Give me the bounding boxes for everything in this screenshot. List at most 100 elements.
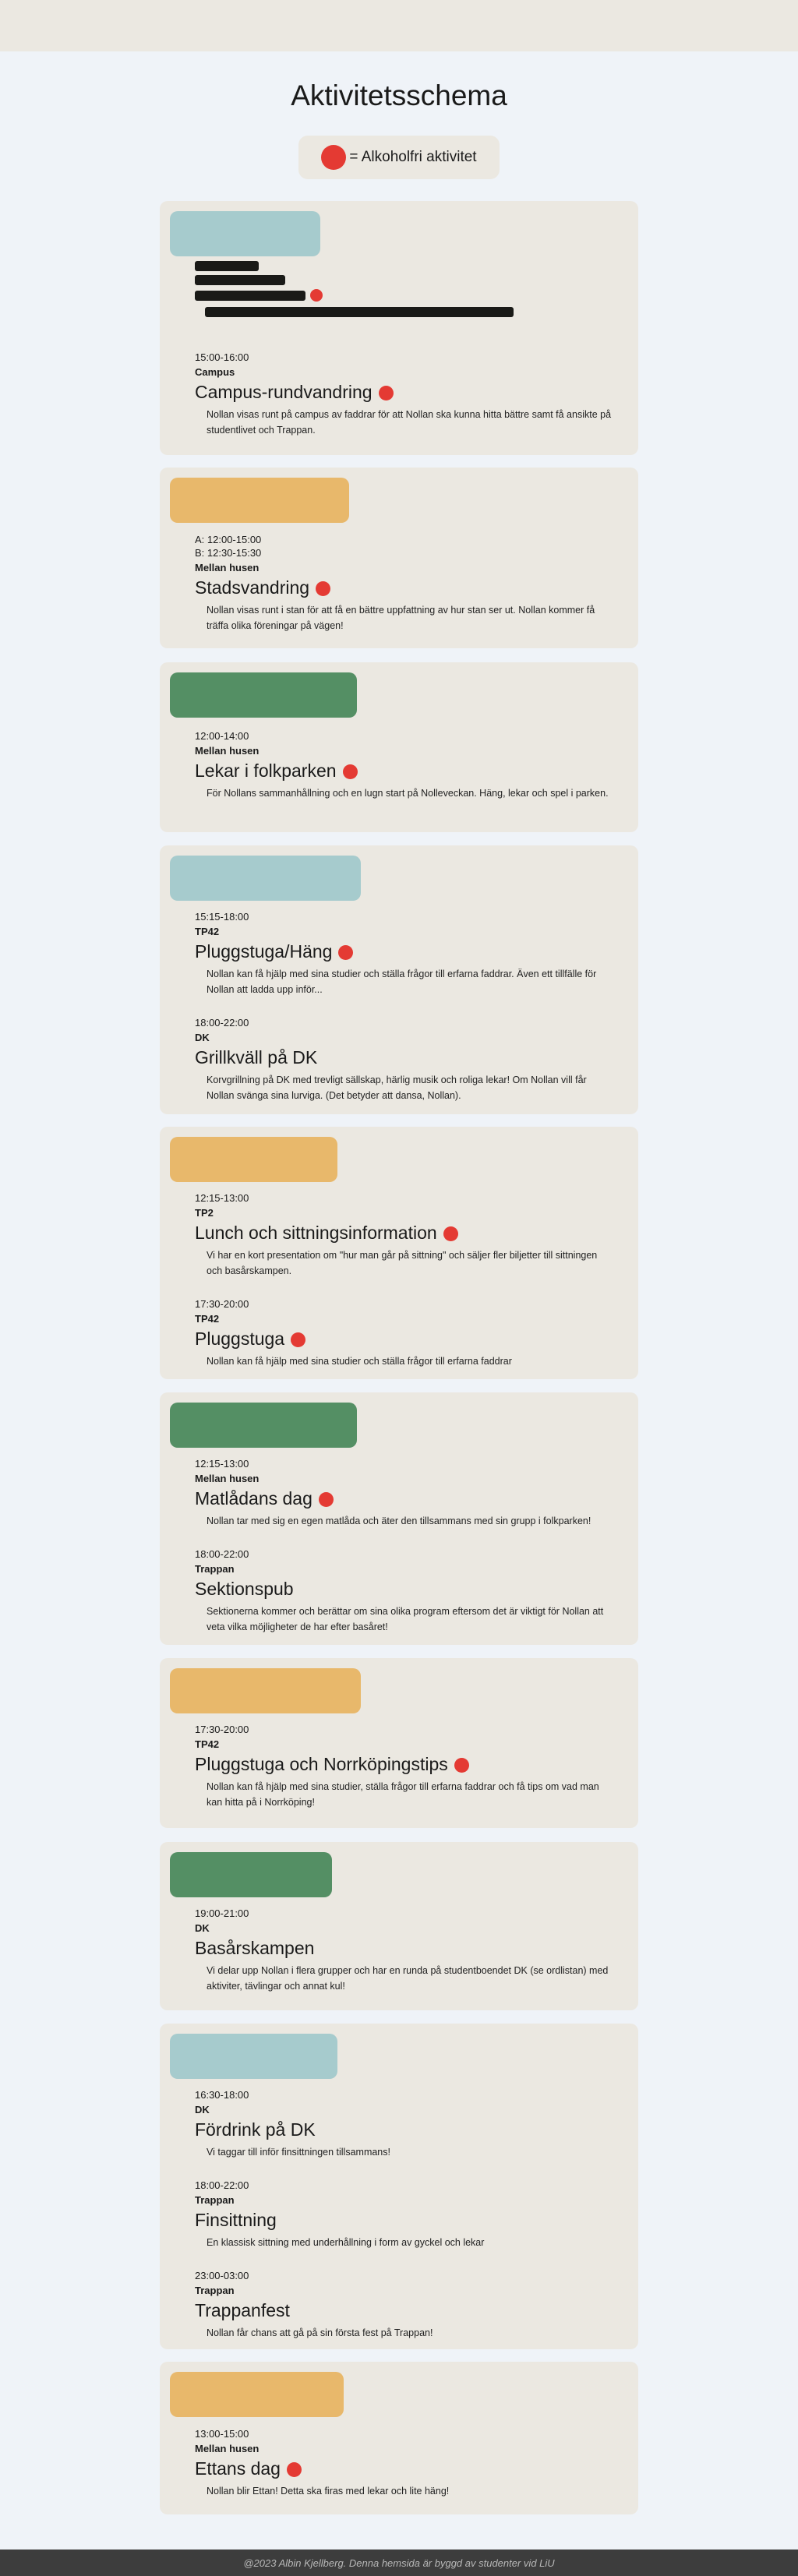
page-title: Aktivitetsschema — [291, 79, 507, 111]
alcohol-free-dot-icon — [291, 1332, 306, 1348]
day-tab[interactable] — [170, 1137, 337, 1182]
alcohol-free-dot-icon — [378, 386, 394, 401]
event: 12:15-13:00 TP2 Lunch och sittningsinfor… — [195, 1191, 615, 1279]
event: A: 12:00-15:00 B: 12:30-15:30 Mellan hus… — [195, 533, 615, 633]
day-tab[interactable] — [170, 1852, 332, 1897]
event-title: Ettans dag — [195, 2457, 615, 2480]
event-title-text: Matlådans dag — [195, 1488, 312, 1509]
event-title: Campus-rundvandring — [195, 380, 615, 404]
event-title-text: Ettans dag — [195, 2458, 281, 2479]
redacted-bar — [195, 290, 305, 301]
event-time: 18:00-22:00 — [195, 1017, 249, 1029]
event-description: Sektionerna kommer och berättar om sina … — [207, 1606, 604, 1632]
event-title: Lekar i folkparken — [195, 759, 615, 782]
event-place: TP42 — [195, 1738, 220, 1750]
event: 23:00-03:00 Trappan Trappanfest Nollan f… — [195, 2269, 615, 2341]
event-description: Nollan får chans att gå på sin första fe… — [207, 2327, 433, 2338]
event: 18:00-22:00 DK Grillkväll på DK Korvgril… — [195, 1016, 615, 1103]
event-description: För Nollans sammanhållning och en lugn s… — [207, 788, 609, 799]
event: 19:00-21:00 DK Basårskampen Vi delar upp… — [195, 1907, 615, 1994]
day-events: 17:30-20:00 TP42 Pluggstuga och Norrköpi… — [195, 1723, 615, 1810]
event-title-text: Pluggstuga och Norrköpingstips — [195, 1754, 448, 1774]
day-events: 12:15-13:00 TP2 Lunch och sittningsinfor… — [195, 1191, 615, 1369]
event-time: 23:00-03:00 — [195, 2270, 249, 2281]
event-time: 12:00-14:00 — [195, 730, 249, 742]
event-title: Stadsvandring — [195, 576, 615, 599]
event-place: Mellan husen — [195, 1473, 260, 1484]
alcohol-free-dot-icon — [443, 1226, 458, 1242]
event-time: 13:00-15:00 — [195, 2428, 249, 2440]
event-description: Vi taggar till inför finsittningen tills… — [207, 2147, 390, 2158]
event-place: DK — [195, 1032, 210, 1043]
event: 16:30-18:00 DK Fördrink på DK Vi taggar … — [195, 2088, 615, 2160]
event-place: TP2 — [195, 1207, 214, 1219]
event-title: Sektionspub — [195, 1579, 294, 1599]
legend-text: = Alkoholfri aktivitet — [349, 149, 477, 165]
event-place: Mellan husen — [195, 562, 260, 573]
event-time: 12:15-13:00 — [195, 1192, 249, 1204]
day-tab[interactable] — [170, 1403, 357, 1448]
alcohol-free-dot-icon — [454, 1758, 469, 1773]
event-place: Trappan — [195, 2194, 235, 2206]
event: 17:30-20:00 TP42 Pluggstuga och Norrköpi… — [195, 1723, 615, 1810]
day-tab[interactable] — [170, 672, 357, 718]
day-card: 19:00-21:00 DK Basårskampen Vi delar upp… — [160, 1842, 638, 2010]
day-card: 15:15-18:00 TP42 Pluggstuga/Häng Nollan … — [160, 845, 638, 1114]
day-events: 12:15-13:00 Mellan husen Matlådans dag N… — [195, 1457, 615, 1635]
day-events: 12:00-14:00 Mellan husen Lekar i folkpar… — [195, 729, 615, 801]
event-time: 15:15-18:00 — [195, 911, 249, 923]
alcohol-free-dot-icon — [310, 289, 323, 302]
day-tab[interactable] — [170, 211, 320, 256]
event-place: DK — [195, 1922, 210, 1934]
day-events: 19:00-21:00 DK Basårskampen Vi delar upp… — [195, 1907, 615, 1994]
event-time: 18:00-22:00 — [195, 1548, 249, 1560]
event-title: Grillkväll på DK — [195, 1047, 318, 1067]
event-description: Nollan kan få hjälp med sina studier, st… — [207, 1781, 599, 1808]
event-time: 12:15-13:00 — [195, 1458, 249, 1470]
day-card: 15:00-16:00 Campus Campus-rundvandring N… — [160, 201, 638, 455]
event-description: Vi delar upp Nollan i flera grupper och … — [207, 1965, 609, 1992]
footer: @2023 Albin Kjellberg. Denna hemsida är … — [0, 2550, 798, 2576]
event-place: Trappan — [195, 1563, 235, 1575]
redacted-bar — [195, 275, 285, 285]
redacted-bar — [205, 307, 514, 317]
event: 18:00-22:00 Trappan Sektionspub Sektione… — [195, 1547, 615, 1635]
event-place: Campus — [195, 366, 235, 378]
event-title-text: Lunch och sittningsinformation — [195, 1223, 437, 1243]
event: 13:00-15:00 Mellan husen Ettans dag Noll… — [195, 2427, 615, 2499]
event-time: 15:00-16:00 — [195, 351, 249, 363]
event-title: Lunch och sittningsinformation — [195, 1221, 615, 1244]
day-tab[interactable] — [170, 1668, 361, 1713]
event: 12:00-14:00 Mellan husen Lekar i folkpar… — [195, 729, 615, 801]
day-card: 13:00-15:00 Mellan husen Ettans dag Noll… — [160, 2362, 638, 2514]
event-time: 17:30-20:00 — [195, 1724, 249, 1735]
alcohol-free-dot-icon — [286, 2462, 302, 2478]
event-title-text: Lekar i folkparken — [195, 760, 337, 781]
day-events: 13:00-15:00 Mellan husen Ettans dag Noll… — [195, 2427, 615, 2499]
day-card: A: 12:00-15:00 B: 12:30-15:30 Mellan hus… — [160, 468, 638, 648]
event-place: TP42 — [195, 926, 220, 937]
alcohol-free-dot-icon — [342, 764, 358, 780]
event-title: Basårskampen — [195, 1938, 315, 1958]
day-tab[interactable] — [170, 2034, 337, 2079]
day-events: 15:00-16:00 Campus Campus-rundvandring N… — [195, 351, 615, 438]
event-description: En klassisk sittning med underhållning i… — [207, 2237, 485, 2248]
day-tab[interactable] — [170, 2372, 344, 2417]
event-title: Matlådans dag — [195, 1487, 615, 1510]
alcohol-free-dot-icon — [318, 1492, 334, 1508]
event-time-alt: B: 12:30-15:30 — [195, 547, 262, 559]
event-place: Trappan — [195, 2285, 235, 2296]
event-title-text: Campus-rundvandring — [195, 382, 373, 402]
day-card: 12:00-14:00 Mellan husen Lekar i folkpar… — [160, 662, 638, 832]
day-card: 17:30-20:00 TP42 Pluggstuga och Norrköpi… — [160, 1658, 638, 1828]
event-title: Finsittning — [195, 2210, 277, 2230]
day-tab[interactable] — [170, 478, 349, 523]
redacted-bar — [195, 261, 259, 271]
event: 18:00-22:00 Trappan Finsittning En klass… — [195, 2179, 615, 2250]
day-events: 16:30-18:00 DK Fördrink på DK Vi taggar … — [195, 2088, 615, 2341]
event-place: TP42 — [195, 1313, 220, 1325]
event-title-text: Pluggstuga — [195, 1329, 285, 1349]
event-time: 17:30-20:00 — [195, 1298, 249, 1310]
day-tab[interactable] — [170, 856, 361, 901]
event-title-text: Pluggstuga/Häng — [195, 941, 333, 962]
